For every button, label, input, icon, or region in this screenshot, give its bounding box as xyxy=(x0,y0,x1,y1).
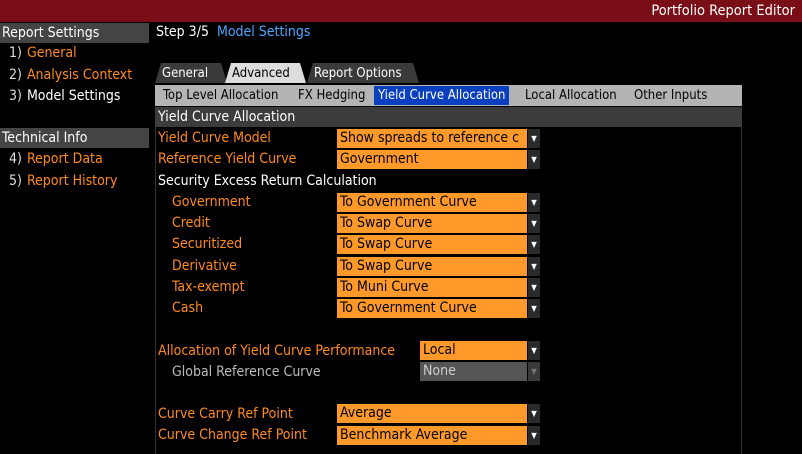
step-indicator: Step 3/5 Model Settings xyxy=(156,24,310,40)
content-border-right xyxy=(741,127,742,454)
sidebar-item-report-history[interactable]: 5) Report History xyxy=(9,171,117,191)
tab-advanced[interactable]: Advanced xyxy=(225,63,306,83)
reference-yield-curve-label: Reference Yield Curve xyxy=(158,151,297,167)
curve-carry-ref-point-dropdown[interactable]: Average ▼ xyxy=(337,404,540,423)
dropdown-arrow-icon[interactable]: ▼ xyxy=(528,278,540,297)
dropdown-value: Benchmark Average xyxy=(337,426,527,445)
yield-curve-model-label: Yield Curve Model xyxy=(158,130,271,146)
dropdown-arrow-icon: ▼ xyxy=(528,362,540,381)
tab-report-options[interactable]: Report Options xyxy=(307,63,419,83)
subtab-local-allocation[interactable]: Local Allocation xyxy=(521,86,621,105)
dropdown-arrow-icon[interactable]: ▼ xyxy=(528,235,540,254)
sidebar-item-number: 2) xyxy=(9,67,22,83)
cash-label: Cash xyxy=(172,300,204,316)
dropdown-arrow-icon[interactable]: ▼ xyxy=(528,426,540,445)
credit-dropdown[interactable]: To Swap Curve ▼ xyxy=(337,214,540,233)
dropdown-value: Local xyxy=(420,341,527,360)
cash-dropdown[interactable]: To Government Curve ▼ xyxy=(337,299,540,318)
tax-exempt-dropdown[interactable]: To Muni Curve ▼ xyxy=(337,278,540,297)
dropdown-arrow-icon[interactable]: ▼ xyxy=(528,129,540,148)
government-dropdown[interactable]: To Government Curve ▼ xyxy=(337,193,540,212)
dropdown-arrow-icon[interactable]: ▼ xyxy=(528,257,540,276)
sidebar-item-label: Report Data xyxy=(26,151,103,167)
sidebar-item-analysis-context[interactable]: 2) Analysis Context xyxy=(9,65,132,85)
sidebar-item-label: Analysis Context xyxy=(26,67,133,83)
sidebar-item-label: Model Settings xyxy=(26,88,121,104)
yield-curve-model-dropdown[interactable]: Show spreads to reference c ▼ xyxy=(337,129,540,148)
global-reference-curve-dropdown: None ▼ xyxy=(420,362,540,381)
sidebar-item-model-settings[interactable]: 3) Model Settings xyxy=(9,86,120,106)
allocation-performance-label: Allocation of Yield Curve Performance xyxy=(158,343,396,359)
dropdown-arrow-icon[interactable]: ▼ xyxy=(528,404,540,423)
dropdown-arrow-icon[interactable]: ▼ xyxy=(528,299,540,318)
dropdown-value: Show spreads to reference c xyxy=(337,129,527,148)
sidebar-header-report-settings: Report Settings xyxy=(0,23,149,43)
dropdown-value: Government xyxy=(337,150,527,169)
tax-exempt-label: Tax-exempt xyxy=(172,279,245,295)
subtab-bar: Top Level Allocation FX Hedging Yield Cu… xyxy=(155,85,742,106)
dropdown-arrow-icon[interactable]: ▼ xyxy=(528,341,540,360)
sidebar: Report Settings 1) General 2) Analysis Con… xyxy=(0,22,149,454)
subtab-other-inputs[interactable]: Other Inputs xyxy=(630,86,711,105)
dropdown-arrow-icon[interactable]: ▼ xyxy=(528,214,540,233)
subtab-fx-hedging[interactable]: FX Hedging xyxy=(294,86,369,105)
dropdown-value: None xyxy=(420,362,527,381)
dropdown-value: To Government Curve xyxy=(337,193,527,212)
dropdown-arrow-icon[interactable]: ▼ xyxy=(528,193,540,212)
dropdown-value: Average xyxy=(337,404,527,423)
content-border-left xyxy=(155,127,156,454)
title-bar: Portfolio Report Editor xyxy=(0,0,802,22)
sidebar-item-number: 1) xyxy=(9,45,22,61)
securitized-dropdown[interactable]: To Swap Curve ▼ xyxy=(337,235,540,254)
dropdown-value: To Swap Curve xyxy=(337,214,527,233)
sidebar-header-technical-info: Technical Info xyxy=(0,128,149,148)
dropdown-value: To Muni Curve xyxy=(337,278,527,297)
curve-change-ref-point-dropdown[interactable]: Benchmark Average ▼ xyxy=(337,426,540,445)
sidebar-item-general[interactable]: 1) General xyxy=(9,43,77,63)
section-header: Yield Curve Allocation xyxy=(155,107,742,127)
sidebar-item-report-data[interactable]: 4) Report Data xyxy=(9,149,103,169)
curve-change-ref-point-label: Curve Change Ref Point xyxy=(158,427,307,443)
dropdown-value: To Swap Curve xyxy=(337,235,527,254)
security-excess-header: Security Excess Return Calculation xyxy=(158,173,377,189)
sidebar-item-label: Report History xyxy=(26,173,118,189)
tab-general[interactable]: General xyxy=(155,63,227,83)
dropdown-value: To Government Curve xyxy=(337,299,527,318)
securitized-label: Securitized xyxy=(172,236,243,252)
subtab-top-level-allocation[interactable]: Top Level Allocation xyxy=(159,86,282,105)
derivative-label: Derivative xyxy=(172,258,237,274)
dropdown-value: To Swap Curve xyxy=(337,257,527,276)
sidebar-item-number: 3) xyxy=(9,88,22,104)
credit-label: Credit xyxy=(172,215,210,231)
tab-bar: General Advanced Report Options xyxy=(155,63,745,83)
sidebar-item-number: 4) xyxy=(9,151,22,167)
allocation-performance-dropdown[interactable]: Local ▼ xyxy=(420,341,540,360)
dropdown-arrow-icon[interactable]: ▼ xyxy=(528,150,540,169)
step-title[interactable]: Model Settings xyxy=(217,24,311,40)
sidebar-item-label: General xyxy=(26,45,77,61)
curve-carry-ref-point-label: Curve Carry Ref Point xyxy=(158,406,293,422)
government-label: Government xyxy=(172,194,251,210)
subtab-yield-curve-allocation[interactable]: Yield Curve Allocation xyxy=(374,86,510,105)
global-reference-curve-label: Global Reference Curve xyxy=(172,364,321,380)
sidebar-item-number: 5) xyxy=(9,173,22,189)
step-number: Step 3/5 xyxy=(156,24,209,40)
app-title: Portfolio Report Editor xyxy=(651,3,795,19)
derivative-dropdown[interactable]: To Swap Curve ▼ xyxy=(337,257,540,276)
reference-yield-curve-dropdown[interactable]: Government ▼ xyxy=(337,150,540,169)
